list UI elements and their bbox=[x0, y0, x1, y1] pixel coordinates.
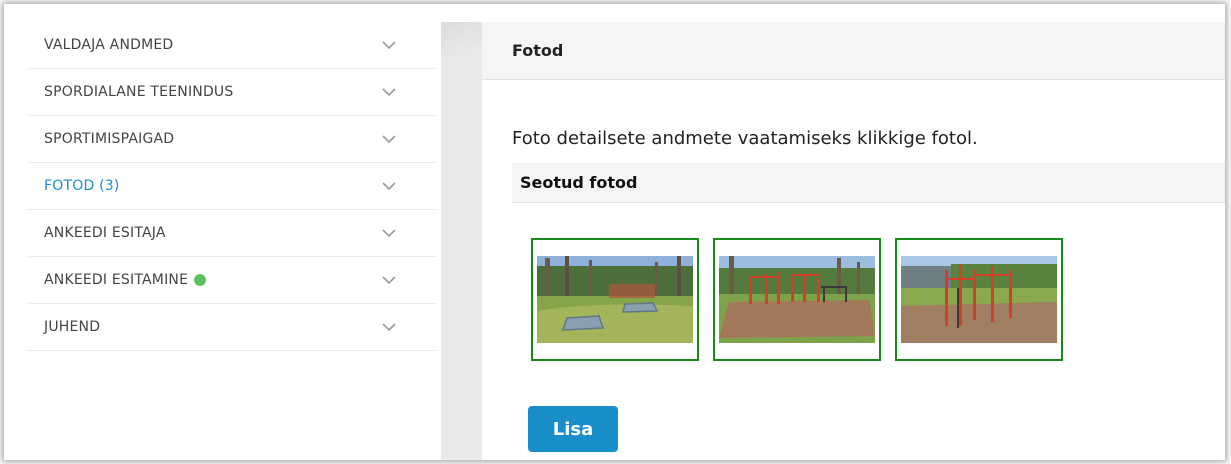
page-title: Fotod bbox=[512, 41, 564, 60]
photo-image bbox=[901, 256, 1057, 343]
section-title: Seotud fotod bbox=[520, 173, 638, 192]
section-header: Seotud fotod bbox=[512, 163, 1225, 203]
chevron-down-icon bbox=[382, 41, 396, 50]
sidebar-item-juhend[interactable]: JUHEND bbox=[26, 304, 436, 351]
panel-divider bbox=[441, 22, 482, 460]
add-photo-button[interactable]: Lisa bbox=[528, 406, 618, 452]
chevron-down-icon bbox=[382, 229, 396, 238]
sidebar-item-ankeedi-esitamine[interactable]: ANKEEDI ESITAMINE bbox=[26, 257, 436, 304]
sidebar-item-spordialane-teenindus[interactable]: SPORDIALANE TEENINDUS bbox=[26, 69, 436, 116]
sidebar-item-sportimispaigad[interactable]: SPORTIMISPAIGAD bbox=[26, 116, 436, 163]
status-dot bbox=[194, 274, 207, 286]
sidebar-item-label: ANKEEDI ESITAMINE bbox=[44, 272, 189, 288]
chevron-down-icon bbox=[382, 276, 396, 285]
photo-gallery bbox=[531, 238, 1063, 361]
sidebar-item-label: VALDAJA ANDMED bbox=[44, 37, 174, 53]
sidebar-item-label: FOTOD (3) bbox=[44, 178, 120, 194]
chevron-down-icon bbox=[382, 182, 396, 191]
photo-thumbnail[interactable] bbox=[531, 238, 699, 361]
photo-image bbox=[537, 256, 693, 343]
sidebar-item-valdaja-andmed[interactable]: VALDAJA ANDMED bbox=[26, 22, 436, 69]
sidebar-item-fotod[interactable]: FOTOD (3) bbox=[26, 163, 436, 210]
photo-thumbnail[interactable] bbox=[895, 238, 1063, 361]
sidebar-item-label: ANKEEDI ESITAJA bbox=[44, 225, 166, 241]
sidebar-item-label: JUHEND bbox=[44, 319, 101, 335]
info-text: Foto detailsete andmete vaatamiseks klik… bbox=[512, 128, 978, 149]
photo-thumbnail[interactable] bbox=[713, 238, 881, 361]
chevron-down-icon bbox=[382, 135, 396, 144]
sidebar-item-label: SPORTIMISPAIGAD bbox=[44, 131, 175, 147]
main-panel: Fotod Foto detailsete andmete vaatamisek… bbox=[482, 22, 1225, 460]
chevron-down-icon bbox=[382, 88, 396, 97]
panel-header: Fotod bbox=[482, 22, 1225, 80]
app-window: VALDAJA ANDMED SPORDIALANE TEENINDUS SPO… bbox=[4, 4, 1225, 460]
sidebar-item-ankeedi-esitaja[interactable]: ANKEEDI ESITAJA bbox=[26, 210, 436, 257]
sidebar-item-label: SPORDIALANE TEENINDUS bbox=[44, 84, 234, 100]
chevron-down-icon bbox=[382, 323, 396, 332]
photo-image bbox=[719, 256, 875, 343]
sidebar: VALDAJA ANDMED SPORDIALANE TEENINDUS SPO… bbox=[26, 22, 436, 351]
